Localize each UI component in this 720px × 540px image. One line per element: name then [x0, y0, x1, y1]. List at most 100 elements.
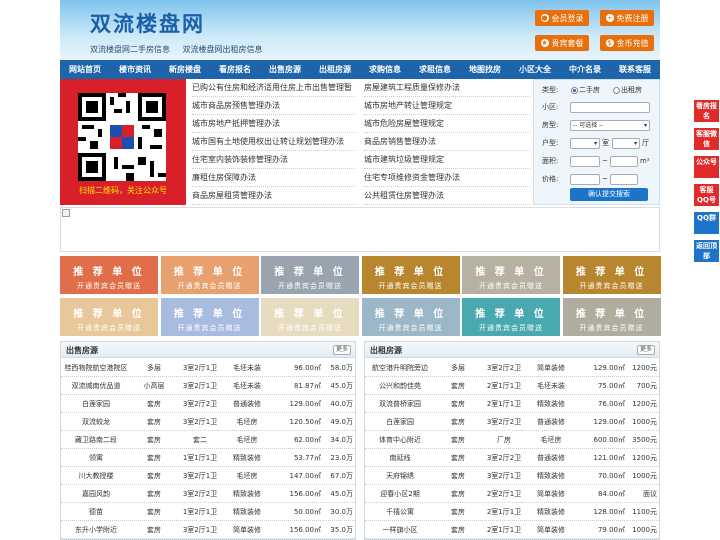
table-row[interactable]: 藏卫路南二段 套房 套二 毛坯房 62.00㎡ 34.0万: [61, 431, 355, 449]
banner-ad[interactable]: [60, 207, 660, 252]
login-button[interactable]: ● 会员登录: [535, 10, 589, 26]
nav-item-10[interactable]: 中介名录: [560, 60, 610, 79]
community-cell[interactable]: 川大教授楼: [63, 467, 129, 485]
sale-more-button[interactable]: 更多: [332, 345, 351, 355]
side-button-3[interactable]: 客服QQ号: [694, 184, 719, 206]
community-input[interactable]: [570, 102, 650, 113]
recommended-unit-ad[interactable]: 推 荐 单 位开通贵宾会员赠送: [562, 298, 661, 336]
community-cell[interactable]: 双流蛟龙: [63, 413, 129, 431]
nav-item-0[interactable]: 网站首页: [60, 60, 110, 79]
table-row[interactable]: 白莲家园 套房 3室2厅2卫 普通装修 129.00㎡ 40.0万: [61, 395, 355, 413]
table-row[interactable]: 嘉园风韵 套房 3室2厅2卫 精致装修 156.00㎡ 45.0万: [61, 485, 355, 503]
table-row[interactable]: 千禧公寓 套房 2室1厅1卫 精致装修 128.00㎡ 1100元: [365, 503, 659, 521]
policy-link[interactable]: 已购公有住房和经济适用住房上市出售管理暂: [192, 79, 356, 97]
recommended-unit-ad[interactable]: 推 荐 单 位开通贵宾会员赠送: [361, 256, 460, 294]
price-min-input[interactable]: [570, 174, 600, 185]
table-row[interactable]: 体育中心附近 套房 厂房 毛坯房 600.00㎡ 3500元: [365, 431, 659, 449]
table-row[interactable]: 迎春小区2期 套房 2室2厅1卫 简单装修 84.00㎡ 面议: [365, 485, 659, 503]
table-row[interactable]: 一样旗小区 套房 2室1厅1卫 简单装修 79.00㎡ 1000元: [365, 521, 659, 539]
recommended-unit-ad[interactable]: 推 荐 单 位开通贵宾会员赠送: [261, 298, 359, 336]
rent-more-button[interactable]: 更多: [636, 345, 655, 355]
recommended-unit-ad[interactable]: 推 荐 单 位开通贵宾会员赠送: [462, 256, 560, 294]
recommended-unit-ad[interactable]: 推 荐 单 位开通贵宾会员赠送: [562, 256, 661, 294]
policy-link[interactable]: 房屋建筑工程质量保修办法: [364, 79, 530, 97]
table-row[interactable]: 南延线 套房 3室2厅2卫 普通装修 121.00㎡ 1200元: [365, 449, 659, 467]
side-button-4[interactable]: QQ群: [694, 212, 719, 234]
community-cell[interactable]: 嘉园风韵: [63, 485, 129, 503]
side-button-5[interactable]: 返回顶部: [694, 240, 719, 262]
table-row[interactable]: 天府锦绣 套房 3室2厅1卫 精致装修 70.00㎡ 1000元: [365, 467, 659, 485]
nav-item-4[interactable]: 出售房源: [260, 60, 310, 79]
site-title[interactable]: 双流楼盘网: [90, 8, 205, 38]
community-cell[interactable]: 领寓: [63, 449, 129, 467]
area-max-input[interactable]: [610, 156, 638, 167]
recommended-unit-ad[interactable]: 推 荐 单 位开通贵宾会员赠送: [361, 298, 460, 336]
community-cell[interactable]: 公兴和韵佳苑: [367, 377, 433, 395]
community-cell[interactable]: 双流城南优品道: [63, 377, 129, 395]
recommended-unit-ad[interactable]: 推 荐 单 位开通贵宾会员赠送: [60, 256, 158, 294]
community-cell[interactable]: 白莲家园: [63, 395, 129, 413]
policy-link[interactable]: 住宅室内装饰装修管理办法: [192, 151, 356, 169]
search-submit-button[interactable]: 确认提交搜索: [570, 188, 648, 201]
table-row[interactable]: 航空港升明院旁边 多层 3室2厅2卫 简单装修 129.00㎡ 1200元: [365, 359, 659, 377]
nav-item-11[interactable]: 联系客服: [610, 60, 660, 79]
table-row[interactable]: 领寓 套房 1室1厅1卫 精致装修 53.77㎡ 23.0万: [61, 449, 355, 467]
nav-item-1[interactable]: 楼市资讯: [110, 60, 160, 79]
community-cell[interactable]: 双流普桥家园: [367, 395, 433, 413]
community-cell[interactable]: 东升小学附近: [63, 521, 129, 539]
nav-item-7[interactable]: 求租信息: [410, 60, 460, 79]
community-cell[interactable]: 千禧公寓: [367, 503, 433, 521]
nav-item-8[interactable]: 地图找房: [460, 60, 510, 79]
community-cell[interactable]: 白莲家园: [367, 413, 433, 431]
table-row[interactable]: 桂西物院航空港院区 多层 3室2厅1卫 毛坯未装 96.00㎡ 58.0万: [61, 359, 355, 377]
type-secondhand-radio[interactable]: 二手房: [571, 84, 600, 96]
community-cell[interactable]: 迎春小区2期: [367, 485, 433, 503]
policy-link[interactable]: 商品房销售管理办法: [364, 133, 530, 151]
policy-link[interactable]: 住宅专项维修资金管理办法: [364, 169, 530, 187]
policy-link[interactable]: 城市国有土地使用权出让转让规划管理办法: [192, 133, 356, 151]
policy-link[interactable]: 城市建筑垃圾管理规定: [364, 151, 530, 169]
community-cell[interactable]: 桂西物院航空港院区: [63, 359, 129, 377]
recommended-unit-ad[interactable]: 推 荐 单 位开通贵宾会员赠送: [160, 298, 259, 336]
community-cell[interactable]: 一样旗小区: [367, 521, 433, 539]
table-row[interactable]: 川大教授楼 套房 3室2厅1卫 毛坯房 147.00㎡ 67.0万: [61, 467, 355, 485]
policy-link[interactable]: 城市危险房屋管理规定: [364, 115, 530, 133]
nav-item-3[interactable]: 看房报名: [210, 60, 260, 79]
coin-recharge-button[interactable]: $ 金币充值: [600, 35, 654, 51]
area-min-input[interactable]: [570, 156, 600, 167]
hall-select[interactable]: ▾: [612, 138, 640, 149]
table-row[interactable]: 双流普桥家园 套房 2室1厅1卫 精致装修 76.00㎡ 1200元: [365, 395, 659, 413]
community-cell[interactable]: 南延线: [367, 449, 433, 467]
register-button[interactable]: + 免费注册: [600, 10, 654, 26]
table-row[interactable]: 德苗 套房 1室2厅1卫 精致装修 50.00㎡ 30.0万: [61, 503, 355, 521]
house-type-select[interactable]: -- 可选择 -- ▾: [570, 120, 650, 131]
vip-package-button[interactable]: ★ 贵宾套餐: [535, 35, 589, 51]
subtitle-rental[interactable]: 双流楼盘网出租房信息: [183, 45, 263, 54]
nav-item-6[interactable]: 求购信息: [360, 60, 410, 79]
table-row[interactable]: 双流城南优品道 小高层 3室2厅1卫 毛坯未装 81.87㎡ 45.0万: [61, 377, 355, 395]
nav-item-9[interactable]: 小区大全: [510, 60, 560, 79]
policy-link[interactable]: 城市房地产转让管理规定: [364, 97, 530, 115]
policy-link[interactable]: 城市房地产抵押管理办法: [192, 115, 356, 133]
table-row[interactable]: 白莲家园 套房 3室2厅2卫 普通装修 129.00㎡ 1000元: [365, 413, 659, 431]
table-row[interactable]: 公兴和韵佳苑 套房 2室1厅1卫 毛坯未装 75.00㎡ 700元: [365, 377, 659, 395]
policy-link[interactable]: 廉租住房保障办法: [192, 169, 356, 187]
side-button-0[interactable]: 看房报名: [694, 100, 719, 122]
recommended-unit-ad[interactable]: 推 荐 单 位开通贵宾会员赠送: [462, 298, 560, 336]
recommended-unit-ad[interactable]: 推 荐 单 位开通贵宾会员赠送: [60, 298, 158, 336]
community-cell[interactable]: 德苗: [63, 503, 129, 521]
table-row[interactable]: 双流蛟龙 套房 3室2厅1卫 毛坯房 120.50㎡ 49.0万: [61, 413, 355, 431]
subtitle-secondhand[interactable]: 双流楼盘网二手房信息: [90, 45, 170, 54]
table-row[interactable]: 东升小学附近 套房 3室2厅1卫 简单装修 156.00㎡ 35.0万: [61, 521, 355, 539]
policy-link[interactable]: 商品房屋租赁管理办法: [192, 187, 356, 205]
community-cell[interactable]: 航空港升明院旁边: [367, 359, 433, 377]
community-cell[interactable]: 藏卫路南二段: [63, 431, 129, 449]
side-button-2[interactable]: 公众号: [694, 156, 719, 178]
recommended-unit-ad[interactable]: 推 荐 单 位开通贵宾会员赠送: [261, 256, 359, 294]
community-cell[interactable]: 体育中心附近: [367, 431, 433, 449]
nav-item-5[interactable]: 出租房源: [310, 60, 360, 79]
type-rent-radio[interactable]: 出租房: [613, 84, 642, 96]
policy-link[interactable]: 城市商品房预售管理办法: [192, 97, 356, 115]
community-cell[interactable]: 天府锦绣: [367, 467, 433, 485]
price-max-input[interactable]: [610, 174, 638, 185]
